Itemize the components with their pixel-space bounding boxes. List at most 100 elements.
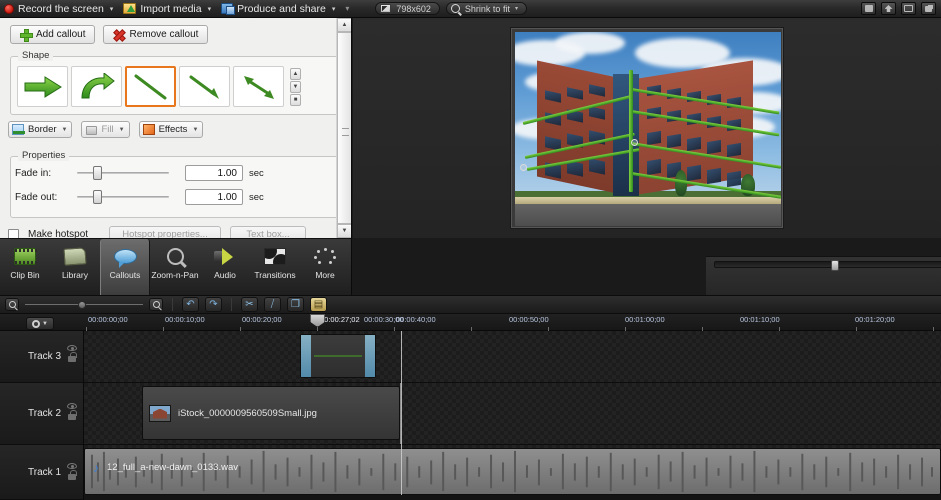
toolbar-divider (172, 298, 173, 311)
tab-library[interactable]: Library (50, 239, 100, 295)
audio-clip[interactable]: ♪ 12_full_a-new-dawn_0133.wav (84, 448, 941, 495)
slider-thumb[interactable] (93, 166, 102, 180)
lock-icon[interactable] (68, 410, 77, 420)
zoom-out-icon[interactable] (5, 298, 19, 311)
border-button[interactable]: Border ▼ (8, 121, 73, 138)
tab-more[interactable]: More (300, 239, 350, 295)
tab-clip-bin[interactable]: Clip Bin (0, 239, 50, 295)
track-header-2[interactable]: Track 2 (0, 383, 83, 445)
double-arrow-shape-icon (243, 75, 274, 99)
shape-arrow-right[interactable] (17, 66, 68, 107)
import-media-button[interactable]: Import media ▾ (119, 0, 217, 17)
fade-in-slider[interactable] (77, 166, 169, 180)
fit-screen-icon[interactable] (901, 2, 916, 15)
fade-out-label: Fade out: (15, 191, 58, 203)
scrubber-handle[interactable] (831, 260, 839, 271)
callout-properties-panel: Add callout Remove callout Shape ▲ ▼ ■ B… (0, 18, 352, 238)
chevron-down-icon: ▼ (192, 126, 199, 133)
fade-out-handle[interactable] (365, 335, 375, 377)
fade-in-input[interactable]: 1.00 (185, 165, 243, 181)
track-header-3[interactable]: Track 3 (0, 331, 83, 383)
callout-green-line[interactable] (629, 70, 633, 192)
cut-button[interactable]: ✂ (241, 297, 258, 312)
shape-scroll-up-button[interactable]: ▲ (290, 67, 301, 80)
fade-in-handle[interactable] (301, 335, 311, 377)
ruler-label: 00:01:20;00 (855, 315, 895, 324)
track-header-1[interactable]: Track 1 (0, 445, 83, 500)
fade-out-slider[interactable] (77, 190, 169, 204)
tab-zoom-n-pan[interactable]: Zoom-n-Pan (150, 239, 200, 295)
timeline-horizontal-scrollbar[interactable] (84, 495, 941, 500)
shape-curved-arrow[interactable] (71, 66, 122, 107)
timeline-options-button[interactable]: ▼ (26, 317, 54, 330)
timeline-ruler[interactable]: 00:00:00;00 00:00:10;00 00:00:20;00 00:0… (0, 314, 941, 331)
chevron-down-icon: ▾ (331, 5, 336, 13)
add-callout-button[interactable]: Add callout (10, 25, 96, 44)
timeline-zoom-slider[interactable] (25, 298, 143, 311)
zoom-slider-thumb[interactable] (78, 301, 86, 309)
preview-scrubber[interactable] (714, 260, 941, 271)
remove-callout-button[interactable]: Remove callout (103, 25, 209, 44)
detach-icon[interactable] (921, 2, 936, 15)
shape-group: Shape ▲ ▼ ■ (10, 50, 341, 115)
tab-callouts[interactable]: Callouts (100, 239, 150, 295)
callout-clip[interactable] (300, 334, 376, 378)
lock-icon[interactable] (68, 470, 77, 480)
video-canvas-frame[interactable] (511, 28, 783, 228)
zoom-in-icon[interactable] (149, 298, 163, 311)
tab-transitions[interactable]: Transitions (250, 239, 300, 295)
fade-out-input[interactable]: 1.00 (185, 189, 243, 205)
eye-icon[interactable] (67, 463, 77, 469)
shape-double-arrow[interactable] (233, 66, 284, 107)
undo-button[interactable]: ↶ (182, 297, 199, 312)
shape-expand-button[interactable]: ■ (290, 93, 301, 106)
lock-icon[interactable] (68, 352, 77, 362)
toolbar-overflow-button[interactable]: ▾ (341, 0, 353, 17)
image-clip[interactable]: iStock_0000009560509Small.jpg (142, 386, 400, 440)
paste-button[interactable]: ▤ (310, 297, 327, 312)
chevron-down-icon: ▼ (61, 126, 68, 133)
scroll-down-button[interactable]: ▼ (337, 224, 351, 238)
effects-button[interactable]: Effects ▼ (138, 121, 204, 138)
chevron-down-icon: ▾ (207, 5, 212, 13)
shape-plain-line[interactable] (125, 66, 176, 107)
fill-swatch-icon (85, 124, 98, 135)
callout-resize-handle[interactable] (631, 139, 638, 146)
produce-and-share-button[interactable]: Produce and share ▾ (217, 0, 341, 17)
eye-icon[interactable] (67, 345, 77, 351)
panel-scrollbar[interactable]: ▲ ▼ (336, 18, 351, 238)
hotspot-properties-button[interactable]: Hotspot properties... (109, 226, 222, 238)
tab-library-label: Library (62, 270, 88, 280)
callout-resize-handle[interactable] (520, 164, 527, 171)
shape-diagonal-arrow[interactable] (179, 66, 230, 107)
redo-button[interactable]: ↷ (205, 297, 222, 312)
make-hotspot-checkbox[interactable] (8, 229, 19, 238)
video-canvas[interactable] (515, 32, 781, 226)
timeline-tracks[interactable]: iStock_0000009560509Small.jpg ♪ 12_full_… (84, 331, 941, 500)
record-the-screen-button[interactable]: Record the screen ▾ (0, 0, 119, 17)
hand-icon[interactable] (881, 2, 896, 15)
track-row-1[interactable]: ♪ 12_full_a-new-dawn_0133.wav (84, 445, 941, 500)
playhead-line (401, 331, 402, 500)
playhead-handle[interactable] (310, 314, 325, 327)
track-row-3[interactable] (84, 331, 941, 383)
slider-thumb[interactable] (93, 190, 102, 204)
copy-button[interactable]: ❐ (287, 297, 304, 312)
crop-icon[interactable] (861, 2, 876, 15)
canvas-dimensions-button[interactable]: 798x602 (375, 2, 440, 15)
scrollbar-thumb[interactable] (337, 32, 351, 224)
fill-button[interactable]: Fill ▼ (81, 121, 130, 138)
window (687, 164, 701, 182)
eye-icon[interactable] (67, 403, 77, 409)
split-button[interactable]: ⧸ (264, 297, 281, 312)
track-row-2[interactable]: iStock_0000009560509Small.jpg (84, 383, 941, 445)
timeline-toolbar: ↶ ↷ ✂ ⧸ ❐ ▤ (0, 295, 941, 314)
chevron-down-icon: ▾ (109, 5, 114, 13)
scroll-up-button[interactable]: ▲ (337, 18, 351, 32)
tab-audio[interactable]: Audio (200, 239, 250, 295)
canvas-zoom-button[interactable]: Shrink to fit ▾ (445, 2, 527, 15)
shape-scroll-down-button[interactable]: ▼ (290, 80, 301, 93)
copy-icon: ❐ (291, 298, 300, 310)
text-box-button[interactable]: Text box... (230, 226, 307, 238)
image-clip-label: iStock_0000009560509Small.jpg (178, 407, 317, 419)
